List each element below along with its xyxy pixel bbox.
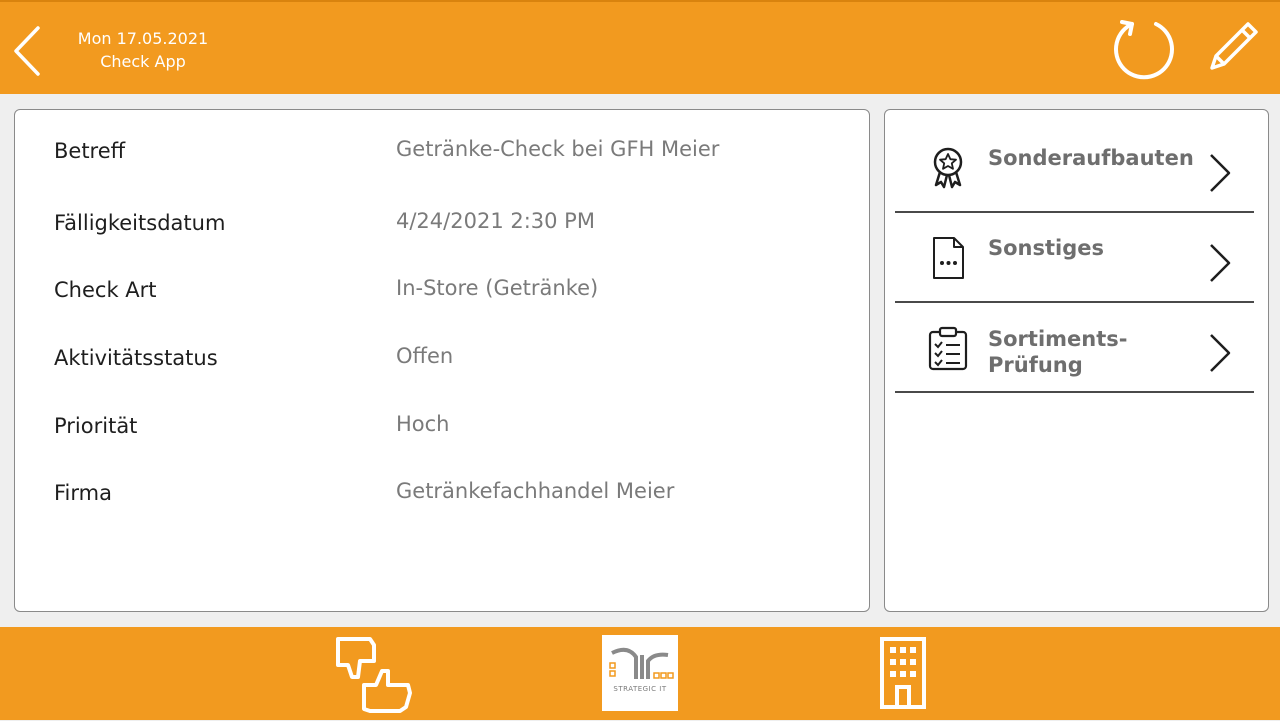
nav-item-sonstiges[interactable]: Sonstiges [895, 213, 1254, 303]
detail-label: Betreff [54, 139, 126, 163]
detail-value: 4/24/2021 2:30 PM [396, 209, 595, 233]
company-button[interactable] [878, 635, 928, 711]
detail-value: In-Store (Getränke) [396, 276, 599, 300]
nav-item-sonderaufbauten[interactable]: Sonderaufbauten [895, 123, 1254, 213]
detail-row-faelligkeitsdatum: Fälligkeitsdatum 4/24/2021 2:30 PM [15, 209, 871, 245]
chevron-right-icon [1210, 244, 1231, 282]
footer-bar: STRATEGIC IT [0, 627, 1280, 720]
pencil-icon [1210, 22, 1258, 70]
nav-label-line2: Prüfung [988, 353, 1083, 377]
back-arrow-icon [14, 26, 40, 76]
nav-label: Sonstiges [988, 236, 1105, 260]
header-date: Mon 17.05.2021 [77, 29, 209, 48]
detail-label: Fälligkeitsdatum [54, 211, 226, 235]
nav-label-line1: Sortiments- [988, 327, 1128, 351]
detail-row-check-art: Check Art In-Store (Getränke) [15, 276, 871, 312]
detail-value: Getränke-Check bei GFH Meier [396, 137, 720, 161]
details-card: Betreff Getränke-Check bei GFH Meier Fäl… [14, 109, 870, 612]
document-icon [933, 237, 964, 279]
header-title-block: Mon 17.05.2021 Check App [70, 27, 216, 73]
chevron-right-icon [1210, 334, 1231, 372]
strategic-it-logo: STRATEGIC IT [602, 635, 678, 711]
detail-row-betreff: Betreff Getränke-Check bei GFH Meier [15, 137, 871, 173]
nav-item-sortiments-pruefung[interactable]: Sortiments- Prüfung [895, 303, 1254, 393]
nav-label: Sonderaufbauten [988, 146, 1194, 170]
app-title: Check App [100, 52, 186, 71]
detail-label: Priorität [54, 414, 138, 438]
detail-value: Hoch [396, 412, 450, 436]
detail-label: Aktivitätsstatus [54, 346, 218, 370]
header-bar: Mon 17.05.2021 Check App [0, 0, 1280, 94]
detail-value: Offen [396, 344, 454, 368]
refresh-button[interactable] [1110, 14, 1178, 82]
clipboard-checklist-icon [928, 326, 968, 371]
side-nav-card: Sonderaufbauten Sonstiges Sortiments- Pr… [884, 109, 1269, 612]
thumbs-up-down-icon [336, 637, 412, 713]
detail-row-firma: Firma Getränkefachhandel Meier [15, 479, 871, 515]
refresh-icon [1114, 20, 1174, 80]
detail-row-aktivitaetsstatus: Aktivitätsstatus Offen [15, 344, 871, 380]
edit-button[interactable] [1202, 16, 1264, 78]
award-ribbon-icon [933, 147, 963, 189]
logo-mark [609, 647, 674, 679]
detail-value: Getränkefachhandel Meier [396, 479, 675, 503]
back-button[interactable] [10, 24, 46, 78]
detail-label: Check Art [54, 278, 157, 302]
logo-text: STRATEGIC IT [613, 685, 667, 693]
feedback-button[interactable] [330, 633, 416, 717]
building-icon [880, 637, 926, 709]
chevron-right-icon [1210, 154, 1231, 192]
detail-row-prioritaet: Priorität Hoch [15, 412, 871, 448]
detail-label: Firma [54, 481, 112, 505]
